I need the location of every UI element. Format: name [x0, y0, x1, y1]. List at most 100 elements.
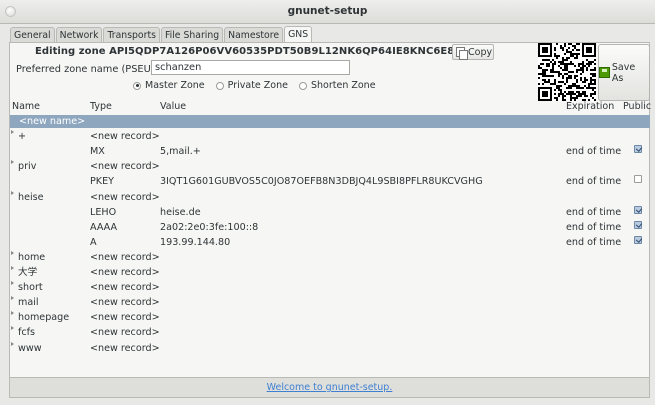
cell-value: 2a02:2e0:3fe:100::8: [160, 221, 259, 233]
pseu-label: Preferred zone name (PSEU):: [16, 64, 158, 75]
cell-name: short: [18, 282, 43, 294]
cell-value: 3IQT1G601GUBVOS5C0JO87OEFB8N3DBJQ4L9SBI8…: [160, 176, 483, 188]
table-row[interactable]: + <new record>: [10, 130, 650, 143]
tab-gns[interactable]: GNS: [284, 26, 313, 43]
col-header-public[interactable]: Public: [623, 101, 651, 112]
tab-bar: General Network Transports File Sharing Name…: [10, 26, 313, 43]
expander-arrow-icon[interactable]: [11, 296, 14, 301]
table-header: Name Type Value Expiration Public: [10, 101, 651, 114]
cell-name: priv: [18, 161, 37, 173]
table-row[interactable]: heise <new record>: [10, 190, 650, 204]
cell-type: PKEY: [90, 176, 114, 188]
zone-type-radios: Master Zone Private Zone Shorten Zone: [133, 80, 387, 91]
expander-arrow-icon[interactable]: [11, 281, 14, 286]
copy-button[interactable]: Copy: [452, 44, 494, 60]
cell-expiration: end of time: [566, 221, 622, 233]
save-as-label: Save As: [611, 61, 636, 84]
window-title: gnunet-setup: [287, 5, 368, 17]
save-icon: [599, 67, 610, 78]
cell-value: heise.de: [160, 206, 201, 218]
cell-name: homepage: [18, 312, 70, 324]
cell-type: <new record>: [90, 251, 160, 263]
tab-general[interactable]: General: [10, 27, 55, 43]
col-header-name[interactable]: Name: [12, 101, 40, 112]
cell-type: AAAA: [90, 221, 118, 233]
cell-name: heise: [18, 191, 44, 203]
col-header-expiration[interactable]: Expiration: [566, 101, 614, 112]
expander-arrow-icon[interactable]: [11, 250, 14, 255]
cell-type: <new record>: [90, 327, 160, 339]
cell-type: A: [90, 236, 97, 248]
tab-namestore[interactable]: Namestore: [224, 27, 284, 43]
copy-button-label: Copy: [468, 46, 493, 58]
public-checkbox[interactable]: [634, 145, 642, 154]
radio-master-zone[interactable]: Master Zone: [133, 80, 205, 91]
radio-private-zone[interactable]: Private Zone: [215, 80, 288, 91]
table-row[interactable]: PKEY 3IQT1G601GUBVOS5C0JO87OEFB8N3DBJQ4L9…: [10, 175, 650, 188]
status-link[interactable]: Welcome to gnunet-setup.: [10, 382, 649, 393]
radio-indicator[interactable]: [133, 81, 141, 90]
radio-indicator[interactable]: [298, 81, 307, 90]
title-bar: gnunet-setup: [0, 0, 655, 24]
radio-indicator[interactable]: [215, 81, 224, 90]
table-row[interactable]: short <new record>: [10, 281, 650, 294]
col-header-type[interactable]: Type: [90, 101, 112, 112]
tab-network[interactable]: Network: [55, 27, 103, 43]
table-row[interactable]: LEHO heise.de end of time: [10, 205, 650, 219]
cell-type: MX: [90, 146, 105, 158]
expander-arrow-icon[interactable]: [11, 160, 14, 165]
table-row[interactable]: fcfs <new record>: [10, 326, 650, 339]
cell-name: fcfs: [18, 327, 36, 339]
cell-type: LEHO: [90, 206, 117, 218]
cell-expiration: end of time: [566, 236, 622, 248]
cell-name: <new name>: [19, 116, 86, 127]
pseu-input[interactable]: [151, 60, 350, 75]
public-checkbox[interactable]: [634, 235, 642, 244]
expander-arrow-icon[interactable]: [11, 326, 14, 331]
table-row[interactable]: home <new record>: [10, 250, 650, 264]
copy-icon: [456, 47, 468, 60]
table-row[interactable]: www <new record>: [10, 341, 650, 355]
table-row[interactable]: homepage <new record>: [10, 311, 650, 324]
public-checkbox[interactable]: [634, 205, 642, 214]
expander-arrow-icon[interactable]: [11, 341, 14, 346]
expander-arrow-icon[interactable]: [11, 266, 14, 270]
tab-transports[interactable]: Transports: [103, 27, 160, 43]
cell-name: 大学: [18, 267, 38, 278]
table-row[interactable]: A 193.99.144.80 end of time: [10, 235, 650, 249]
zone-qr-code: [538, 43, 596, 101]
editing-zone-label: Editing zone API5QDP7A126P06VV60535PDT50…: [35, 46, 484, 57]
cell-value: 193.99.144.80: [160, 236, 231, 248]
cell-type: <new record>: [90, 282, 160, 294]
public-checkbox[interactable]: [634, 220, 642, 229]
table-row[interactable]: MX 5,mail.+ end of time: [10, 145, 650, 158]
table-row[interactable]: 大学 <new record>: [10, 266, 650, 279]
cell-type: <new record>: [90, 312, 160, 324]
expander-arrow-icon[interactable]: [11, 311, 14, 316]
cell-type: <new record>: [90, 161, 160, 173]
cell-name: home: [18, 251, 46, 263]
cell-type: <new record>: [90, 297, 160, 309]
table-row[interactable]: mail <new record>: [10, 296, 650, 309]
cell-value: 5,mail.+: [160, 146, 201, 158]
expander-arrow-icon[interactable]: [11, 130, 14, 135]
cell-name: mail: [18, 297, 39, 309]
public-checkbox[interactable]: [634, 175, 642, 184]
radio-label: Shorten Zone: [310, 80, 376, 91]
radio-label: Master Zone: [145, 80, 205, 91]
table-row[interactable]: AAAA 2a02:2e0:3fe:100::8 end of time: [10, 220, 650, 234]
cell-expiration: end of time: [566, 146, 622, 158]
tab-file-sharing[interactable]: File Sharing: [160, 27, 224, 43]
status-bar: Welcome to gnunet-setup.: [9, 378, 650, 398]
cell-type: <new record>: [90, 267, 160, 278]
radio-shorten-zone[interactable]: Shorten Zone: [298, 80, 376, 91]
col-header-value[interactable]: Value: [160, 101, 186, 112]
table-row[interactable]: priv <new record>: [10, 160, 650, 173]
expander-arrow-icon[interactable]: [11, 190, 14, 195]
cell-type: <new record>: [90, 342, 160, 354]
cell-expiration: end of time: [566, 176, 622, 188]
cell-name: +: [18, 131, 27, 143]
table-row[interactable]: <new name>: [10, 115, 650, 128]
save-as-button[interactable]: Save As: [598, 44, 650, 101]
cell-expiration: end of time: [566, 206, 622, 218]
